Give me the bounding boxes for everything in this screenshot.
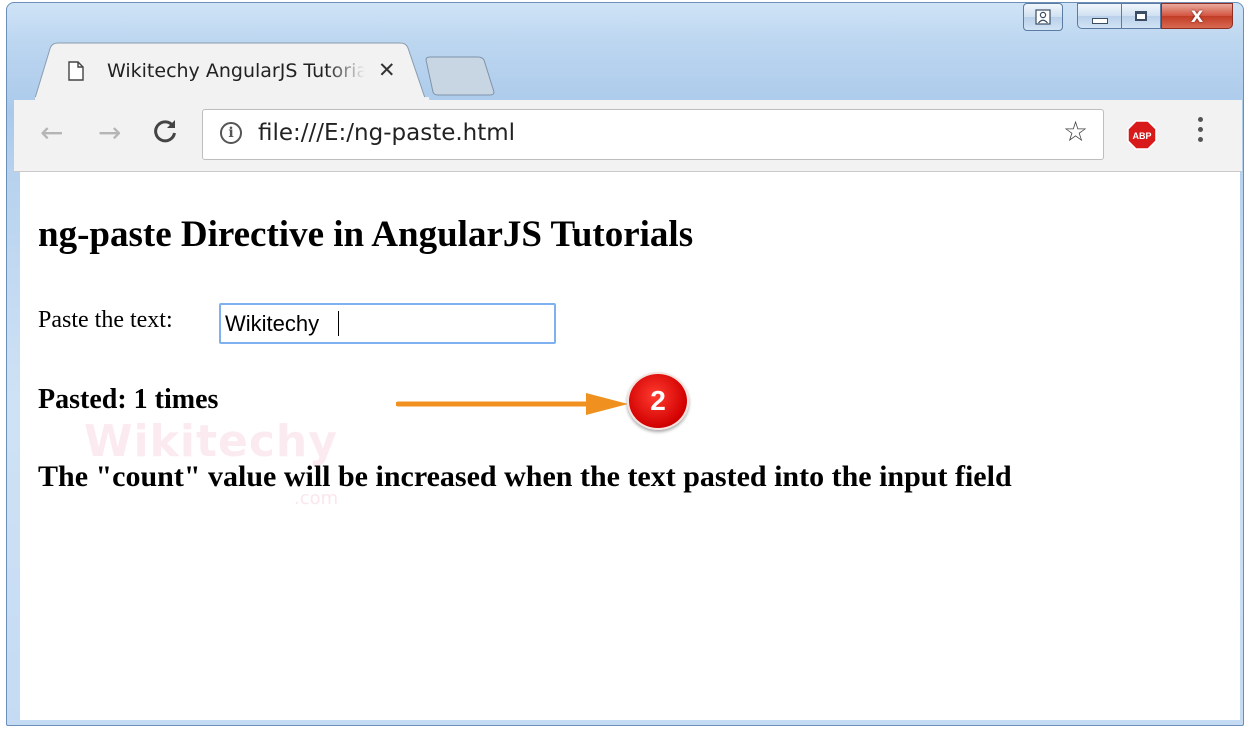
close-icon: X — [1190, 6, 1204, 26]
paste-input[interactable] — [219, 303, 556, 344]
maximize-icon — [1135, 11, 1147, 21]
page-icon — [68, 61, 84, 81]
step-badge: 2 — [627, 372, 689, 430]
tab-title[interactable]: Wikitechy AngularJS Tutorials — [107, 60, 365, 82]
window-caption-buttons: X — [1023, 3, 1233, 33]
forward-arrow-icon[interactable]: → — [98, 116, 121, 149]
maximize-button[interactable] — [1121, 3, 1161, 29]
minimize-button[interactable] — [1077, 3, 1121, 29]
tab-close-icon[interactable]: ✕ — [378, 58, 396, 82]
profile-button[interactable] — [1023, 3, 1063, 31]
minimize-icon — [1091, 18, 1108, 24]
reload-icon[interactable] — [152, 118, 178, 144]
pasted-count-text: Pasted: 1 times — [38, 384, 219, 415]
text-caret — [338, 311, 339, 336]
note-text: The "count" value will be increased when… — [38, 460, 1012, 493]
menu-icon[interactable] — [1198, 117, 1206, 147]
annotation-arrow — [396, 393, 628, 415]
page-heading: ng-paste Directive in AngularJS Tutorial… — [38, 214, 694, 255]
paste-label: Paste the text: — [38, 307, 173, 333]
adblock-plus-icon[interactable]: ABP — [1127, 120, 1157, 150]
abp-label: ABP — [1132, 131, 1151, 141]
back-arrow-icon[interactable]: ← — [40, 116, 63, 149]
url-text[interactable]: file:///E:/ng-paste.html — [258, 120, 515, 146]
bookmark-star-icon[interactable]: ☆ — [1063, 118, 1088, 146]
new-tab-button[interactable] — [424, 56, 496, 96]
close-window-button[interactable]: X — [1161, 3, 1233, 29]
info-icon[interactable]: i — [220, 122, 242, 144]
person-icon — [1035, 9, 1051, 25]
